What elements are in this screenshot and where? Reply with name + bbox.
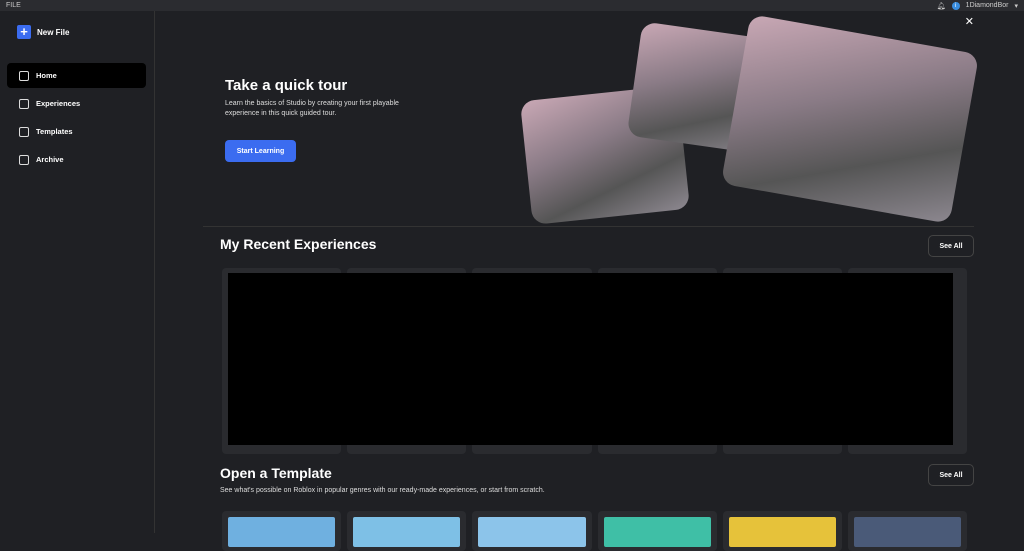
sidebar-item-archive[interactable]: Archive [7,147,146,172]
template-thumbnail [728,517,836,547]
templates-title: Open a Template [220,465,332,481]
template-thumbnail [228,517,336,547]
plus-icon: + [17,25,31,39]
folder-icon [19,98,29,109]
tour-description: Learn the basics of Studio by creating y… [225,100,399,117]
template-card[interactable] [597,511,717,551]
recent-experiences-title: My Recent Experiences [220,236,377,252]
info-icon[interactable]: i [951,1,960,10]
username-menu[interactable]: 1DiamondBor [966,2,1009,9]
archive-icon [19,154,29,165]
main-content: ✕ Take a quick tour Learn the basics of … [156,11,1024,551]
sidebar-item-home[interactable]: Home [7,63,146,88]
sidebar-item-templates[interactable]: Templates [7,119,146,144]
sidebar: + New File Home Experiences Templates Ar… [0,11,155,533]
divider [203,226,974,227]
template-thumbnail [853,517,962,547]
start-learning-button[interactable]: Start Learning [225,140,296,162]
templates-see-all-button[interactable]: See All [928,464,974,486]
template-card[interactable] [472,511,592,551]
chevron-down-icon[interactable]: ▾ [1014,2,1018,10]
templates-subtitle: See what's possible on Roblox in popular… [220,487,545,494]
template-thumbnail [353,517,461,547]
new-file-label: New File [37,27,70,37]
tour-image-park [720,14,980,224]
tour-title: Take a quick tour [225,77,348,94]
redacted-area [228,273,953,445]
template-card[interactable] [347,511,467,551]
sidebar-item-label: Home [36,71,57,80]
file-menu[interactable]: FILE [6,2,21,9]
home-icon [19,70,29,81]
template-card[interactable] [847,511,968,551]
sidebar-item-label: Templates [36,127,73,136]
title-bar: FILE 🔔︎ i 1DiamondBor ▾ [0,0,1024,11]
template-card[interactable] [722,511,842,551]
template-list [222,511,968,551]
sidebar-item-experiences[interactable]: Experiences [7,91,146,116]
recent-see-all-button[interactable]: See All [928,235,974,257]
template-thumbnail [603,517,711,547]
template-thumbnail [478,517,586,547]
new-file-button[interactable]: + New File [17,25,69,39]
template-card[interactable] [222,511,342,551]
template-icon [19,126,29,137]
sidebar-item-label: Archive [36,155,64,164]
close-icon[interactable]: ✕ [965,15,974,28]
bell-icon[interactable]: 🔔︎ [937,2,946,10]
sidebar-item-label: Experiences [36,99,81,108]
